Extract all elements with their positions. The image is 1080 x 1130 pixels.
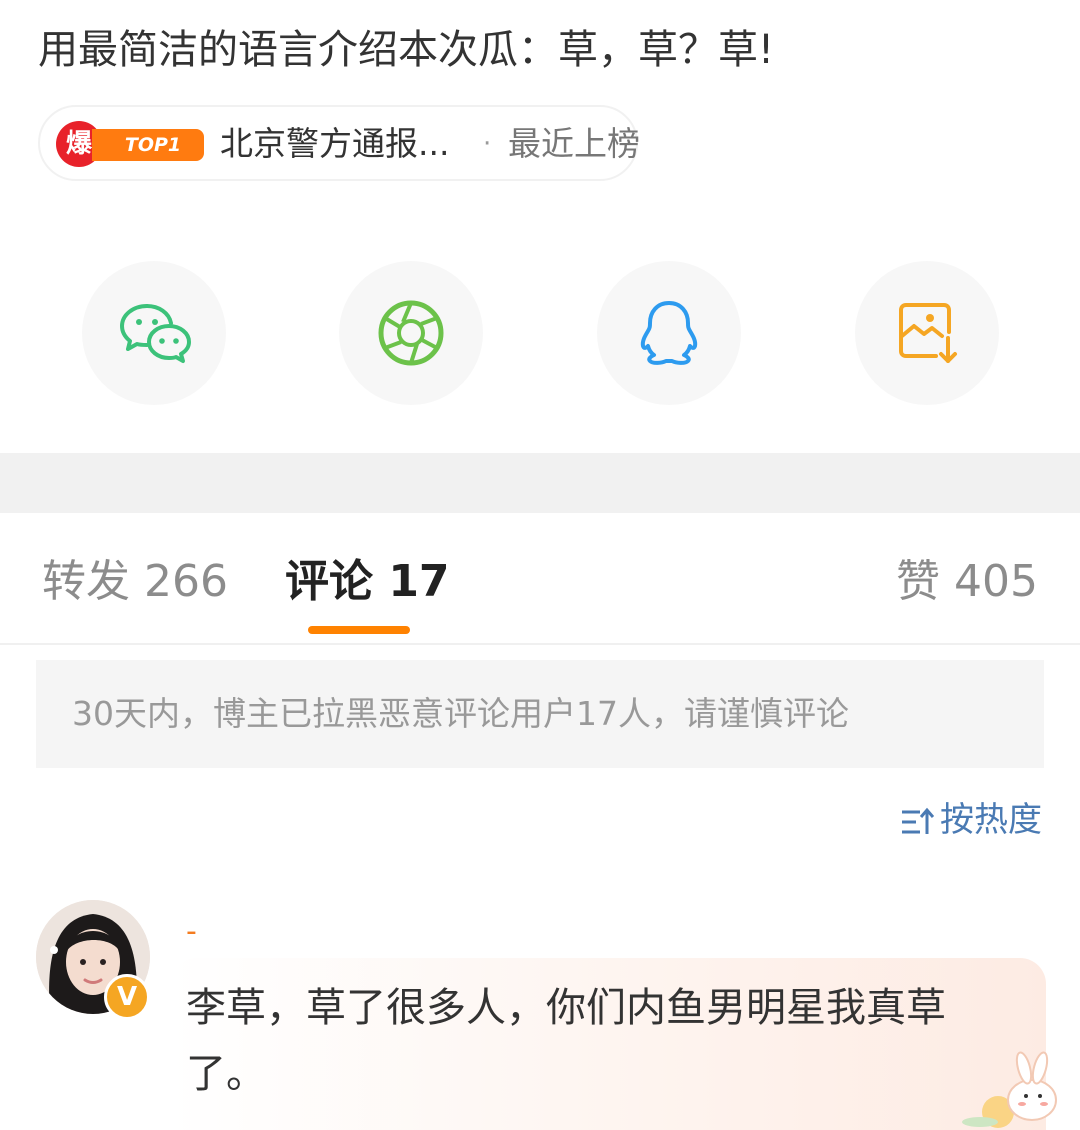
comment-username[interactable]: - <box>186 912 197 952</box>
tab-comment[interactable]: 评论 17 <box>285 552 450 612</box>
save-image-button[interactable] <box>855 261 999 405</box>
share-qq-button[interactable] <box>597 261 741 405</box>
section-divider <box>0 453 1080 513</box>
active-tab-indicator <box>308 626 410 634</box>
sort-icon <box>902 807 934 834</box>
rabbit-decoration-icon <box>962 1051 1057 1128</box>
moments-icon <box>378 300 444 366</box>
comment-notice: 30天内，博主已拉黑恶意评论用户17人，请谨慎评论 <box>36 660 1044 768</box>
sort-label: 按热度 <box>940 800 1042 840</box>
tab-divider <box>0 643 1080 645</box>
save-image-icon <box>899 303 957 363</box>
post-title: 用最简洁的语言介绍本次瓜：草，草？草! <box>38 27 775 73</box>
hot-headline: 北京警方通报... <box>220 124 450 163</box>
tab-forward[interactable]: 转发 266 <box>42 552 228 612</box>
share-moments-button[interactable] <box>339 261 483 405</box>
comment-text: 李草，草了很多人，你们内鱼男明星我真草了。 <box>186 985 946 1097</box>
rank-note: 最近上榜 <box>508 124 640 163</box>
hot-search-tag[interactable]: 爆 TOP1 北京警方通报... · 最近上榜 <box>38 105 640 181</box>
hot-rank-label: TOP1 <box>92 129 204 161</box>
qq-icon <box>640 301 698 365</box>
wechat-icon <box>120 304 191 363</box>
sort-button[interactable]: 按热度 <box>900 796 1042 844</box>
tab-like[interactable]: 赞 405 <box>896 552 1038 612</box>
verified-badge: V <box>104 974 150 1020</box>
share-wechat-button[interactable] <box>82 261 226 405</box>
separator-dot: · <box>483 129 492 159</box>
